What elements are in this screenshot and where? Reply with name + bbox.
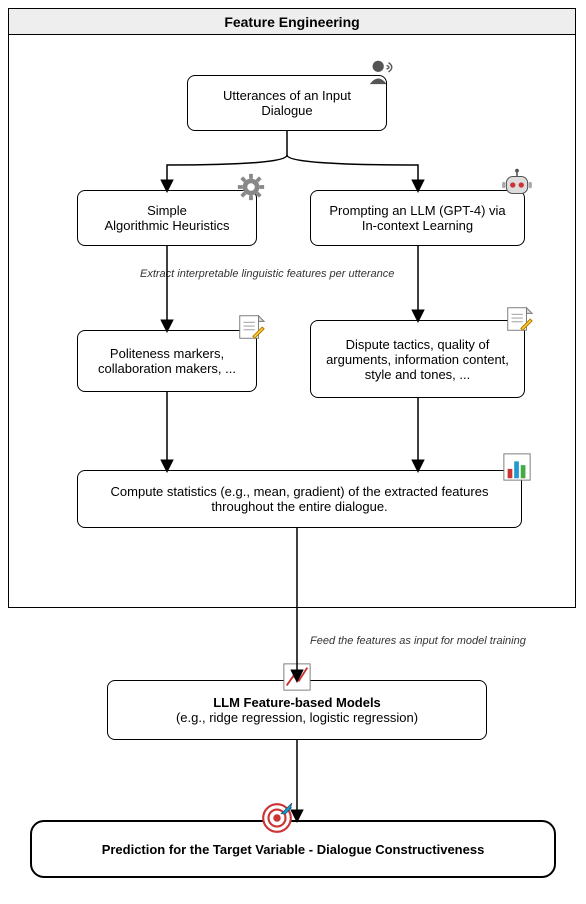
node-compute-stats: Compute statistics (e.g., mean, gradient… (77, 470, 522, 528)
robot-icon (500, 168, 534, 202)
node-heuristics: Simple Algorithmic Heuristics (77, 190, 257, 246)
target-icon (260, 801, 294, 835)
note-icon (236, 312, 266, 342)
node-llm-prompting: Prompting an LLM (GPT-4) via In-context … (310, 190, 525, 246)
node-politeness-text: Politeness markers, collaboration makers… (88, 346, 246, 376)
node-prediction-text: Prediction for the Target Variable - Dia… (102, 842, 485, 857)
node-input-dialogue: Utterances of an Input Dialogue (187, 75, 387, 131)
node-dispute-text: Dispute tactics, quality of arguments, i… (321, 337, 514, 382)
node-stats-text: Compute statistics (e.g., mean, gradient… (88, 484, 511, 514)
node-dispute: Dispute tactics, quality of arguments, i… (310, 320, 525, 398)
node-heuristics-text: Simple Algorithmic Heuristics (105, 203, 230, 233)
frame-title: Feature Engineering (9, 9, 575, 35)
linechart-icon (282, 662, 312, 692)
edge-label-feed: Feed the features as input for model tra… (310, 635, 570, 647)
speaker-icon (366, 56, 396, 86)
node-politeness: Politeness markers, collaboration makers… (77, 330, 257, 392)
edge-label-extract: Extract interpretable linguistic feature… (140, 268, 400, 280)
node-models-sub: (e.g., ridge regression, logistic regres… (176, 710, 418, 725)
gear-icon (236, 172, 266, 202)
note-icon (504, 304, 534, 334)
node-llm-text: Prompting an LLM (GPT-4) via In-context … (321, 203, 514, 233)
barchart-icon (502, 452, 532, 482)
node-input-text: Utterances of an Input Dialogue (198, 88, 376, 118)
node-models-bold: LLM Feature-based Models (213, 695, 381, 710)
